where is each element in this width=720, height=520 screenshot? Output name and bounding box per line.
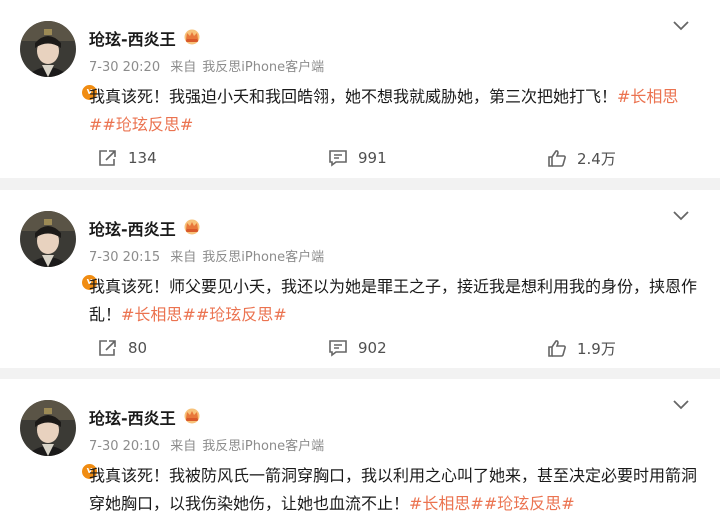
post-text: 我真该死！我强迫小夭和我回皓翎，她不想我就威胁她，第三次把她打飞！#长相思##玱… — [89, 83, 699, 139]
like-count: 1.9万 — [577, 339, 616, 358]
avatar[interactable]: v — [20, 21, 98, 101]
hashtag-link[interactable]: #玱玹反思# — [484, 494, 575, 513]
post-card: v 玱玹-西炎王 7-30 20:20 来自 我反思iPhone客户端 我真该死！… — [0, 0, 720, 178]
post-source: 我反思iPhone客户端 — [202, 250, 325, 265]
like-button[interactable]: 1.9万 — [547, 336, 616, 360]
repost-icon — [99, 340, 116, 356]
weibo-feed: v 玱玹-西炎王 7-30 20:20 来自 我反思iPhone客户端 我真该死！… — [0, 0, 720, 520]
post-time[interactable]: 7-30 20:15 — [89, 250, 160, 265]
comment-icon — [329, 150, 347, 167]
source-prefix: 来自 — [170, 60, 197, 75]
avatar[interactable]: v — [20, 400, 98, 480]
source-prefix: 来自 — [170, 439, 197, 454]
post-time[interactable]: 7-30 20:10 — [89, 439, 160, 454]
like-count: 2.4万 — [577, 149, 616, 168]
post-meta: 7-30 20:10 来自 我反思iPhone客户端 — [89, 435, 330, 454]
hashtag-link[interactable]: #玱玹反思# — [196, 305, 287, 324]
repost-icon — [99, 150, 116, 166]
comment-button[interactable]: 902 — [328, 336, 387, 360]
repost-button[interactable]: 134 — [98, 146, 157, 170]
comment-count: 991 — [358, 149, 387, 167]
post-text-content: 我真该死！我强迫小夭和我回皓翎，她不想我就威胁她，第三次把她打飞！ — [89, 87, 618, 106]
chevron-down-icon[interactable] — [672, 210, 690, 222]
repost-count: 80 — [128, 339, 148, 357]
chevron-down-icon[interactable] — [672, 399, 690, 411]
post-text: 我真该死！我被防风氏一箭洞穿胸口，我以利用之心叫了她来，甚至决定必要时用箭洞穿她… — [89, 462, 699, 518]
source-prefix: 来自 — [170, 250, 197, 265]
post-source: 我反思iPhone客户端 — [202, 60, 325, 75]
thumbs-up-icon — [548, 150, 566, 167]
post-meta: 7-30 20:15 来自 我反思iPhone客户端 — [89, 246, 330, 265]
thumbs-up-icon — [548, 340, 566, 357]
hashtag-link[interactable]: #长相思# — [409, 494, 484, 513]
post-text: 我真该死！师父要见小夭，我还以为她是罪王之子，接近我是想利用我的身份，挟恩作乱！… — [89, 273, 699, 329]
post-actions: 134 991 2.4万 — [0, 146, 720, 170]
hashtag-link[interactable]: #长相思# — [121, 305, 196, 324]
post-card: v 玱玹-西炎王 7-30 20:10 来自 我反思iPhone客户端 我真该死！… — [0, 379, 720, 520]
author-name[interactable]: 玱玹-西炎王 — [89, 26, 176, 50]
post-text-content: 我真该死！我被防风氏一箭洞穿胸口，我以利用之心叫了她来，甚至决定必要时用箭洞穿她… — [89, 466, 698, 513]
crown-badge-icon — [184, 219, 200, 235]
crown-badge-icon — [184, 408, 200, 424]
comment-icon — [329, 340, 347, 357]
post-card: v 玱玹-西炎王 7-30 20:15 来自 我反思iPhone客户端 我真该死！… — [0, 190, 720, 368]
hashtag-link[interactable]: #玱玹反思# — [102, 115, 193, 134]
author-name[interactable]: 玱玹-西炎王 — [89, 216, 176, 240]
post-meta: 7-30 20:20 来自 我反思iPhone客户端 — [89, 56, 330, 75]
repost-button[interactable]: 80 — [98, 336, 147, 360]
like-button[interactable]: 2.4万 — [547, 146, 616, 170]
chevron-down-icon[interactable] — [672, 20, 690, 32]
repost-count: 134 — [128, 149, 157, 167]
avatar[interactable]: v — [20, 211, 98, 291]
author-name[interactable]: 玱玹-西炎王 — [89, 405, 176, 429]
post-time[interactable]: 7-30 20:20 — [89, 60, 160, 75]
comment-count: 902 — [358, 339, 387, 357]
post-actions: 80 902 1.9万 — [0, 336, 720, 360]
comment-button[interactable]: 991 — [328, 146, 387, 170]
post-source: 我反思iPhone客户端 — [202, 439, 325, 454]
crown-badge-icon — [184, 29, 200, 45]
